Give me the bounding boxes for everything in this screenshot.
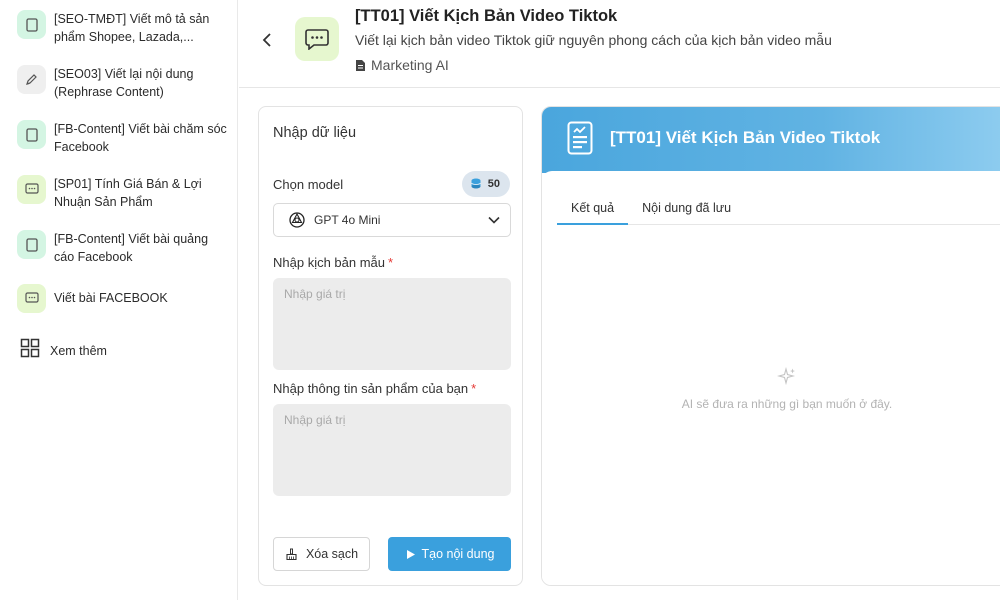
sidebar-item-seo03[interactable]: [SEO03] Viết lại nội dung (Rephrase Cont… [17, 65, 227, 101]
sparkle-icon [776, 366, 797, 392]
play-icon [406, 549, 415, 559]
sample-script-input[interactable] [273, 278, 511, 370]
sidebar-item-fb-cham-soc[interactable]: [FB-Content] Viết bài chăm sóc Facebook [17, 120, 227, 156]
clear-button-label: Xóa sạch [305, 547, 359, 561]
model-label: Chọn model [273, 177, 344, 192]
document-icon [17, 10, 46, 39]
sidebar-item-label: Viết bài FACEBOOK [54, 291, 168, 305]
sidebar-item-label: [FB-Content] Viết bài chăm sóc Facebook [54, 122, 227, 154]
chat-icon [17, 175, 46, 204]
sidebar: [SEO-TMĐT] Viết mô tả sản phẩm Shopee, L… [0, 0, 238, 600]
openai-icon [289, 212, 305, 228]
result-title: [TT01] Viết Kịch Bản Video Tiktok [610, 128, 881, 147]
result-header: [TT01] Viết Kịch Bản Video Tiktok [542, 107, 1000, 173]
sidebar-item-label: [SEO-TMĐT] Viết mô tả sản phẩm Shopee, L… [54, 12, 210, 44]
clear-button[interactable]: Xóa sạch [273, 537, 370, 571]
result-panel: [TT01] Viết Kịch Bản Video Tiktok Kết qu… [541, 106, 1000, 586]
see-more-link[interactable]: Xem thêm [20, 338, 107, 363]
chevron-down-icon [488, 216, 500, 224]
pencil-icon [17, 65, 46, 94]
category-label: Marketing AI [355, 57, 449, 73]
generate-button-label: Tạo nội dung [421, 547, 495, 561]
sidebar-item-fb-quang-cao[interactable]: [FB-Content] Viết bài quảng cáo Facebook [17, 230, 227, 266]
page-description: Viết lại kịch bản video Tiktok giữ nguyê… [355, 32, 832, 48]
generate-button[interactable]: Tạo nội dung [388, 537, 511, 571]
sidebar-item-label: [SEO03] Viết lại nội dung (Rephrase Cont… [54, 67, 194, 99]
sidebar-item-label: [SP01] Tính Giá Bán & Lợi Nhuận Sản Phẩm [54, 177, 202, 209]
empty-state-text: AI sẽ đưa ra những gì bạn muốn ở đây. [681, 397, 893, 411]
credit-badge: 50 [461, 171, 510, 197]
tool-chat-icon [295, 17, 339, 61]
category-text: Marketing AI [371, 57, 449, 73]
input-panel: Nhập dữ liệu Chọn model 50 GPT 4o Mini N… [258, 106, 523, 586]
credit-count: 50 [487, 178, 500, 190]
sidebar-item-seo-tmdt[interactable]: [SEO-TMĐT] Viết mô tả sản phẩm Shopee, L… [17, 10, 227, 46]
document-icon [356, 59, 365, 71]
page-title: [TT01] Viết Kịch Bản Video Tiktok [355, 7, 618, 25]
result-tabs: Kết quả Nội dung đã lưu [557, 195, 1000, 225]
chevron-left-icon [262, 33, 271, 47]
see-more-label: Xem thêm [50, 343, 107, 358]
tab-result[interactable]: Kết quả [557, 195, 629, 225]
broom-icon [286, 548, 297, 560]
document-icon [17, 120, 46, 149]
product-info-label: Nhập thông tin sản phẩm của bạn * [273, 381, 477, 396]
result-body: Kết quả Nội dung đã lưu AI sẽ đưa ra nhữ… [542, 171, 1000, 585]
sidebar-item-sp01[interactable]: [SP01] Tính Giá Bán & Lợi Nhuận Sản Phẩm [17, 175, 227, 211]
script-field-label: Nhập kịch bản mẫu * [273, 255, 394, 270]
script-document-icon [567, 121, 593, 160]
model-select[interactable]: GPT 4o Mini [273, 203, 511, 237]
grid-icon [20, 338, 40, 363]
chat-icon [17, 284, 46, 313]
input-panel-title: Nhập dữ liệu [273, 125, 357, 141]
sidebar-item-viet-bai-facebook[interactable]: Viết bài FACEBOOK [17, 284, 227, 313]
sidebar-item-label: [FB-Content] Viết bài quảng cáo Facebook [54, 232, 209, 264]
document-icon [17, 230, 46, 259]
coins-icon [471, 178, 481, 189]
model-value: GPT 4o Mini [314, 213, 381, 227]
product-info-input[interactable] [273, 404, 511, 496]
tab-saved-content[interactable]: Nội dung đã lưu [628, 195, 745, 225]
back-button[interactable] [257, 28, 277, 52]
page-header: [TT01] Viết Kịch Bản Video Tiktok Viết l… [239, 0, 1000, 88]
